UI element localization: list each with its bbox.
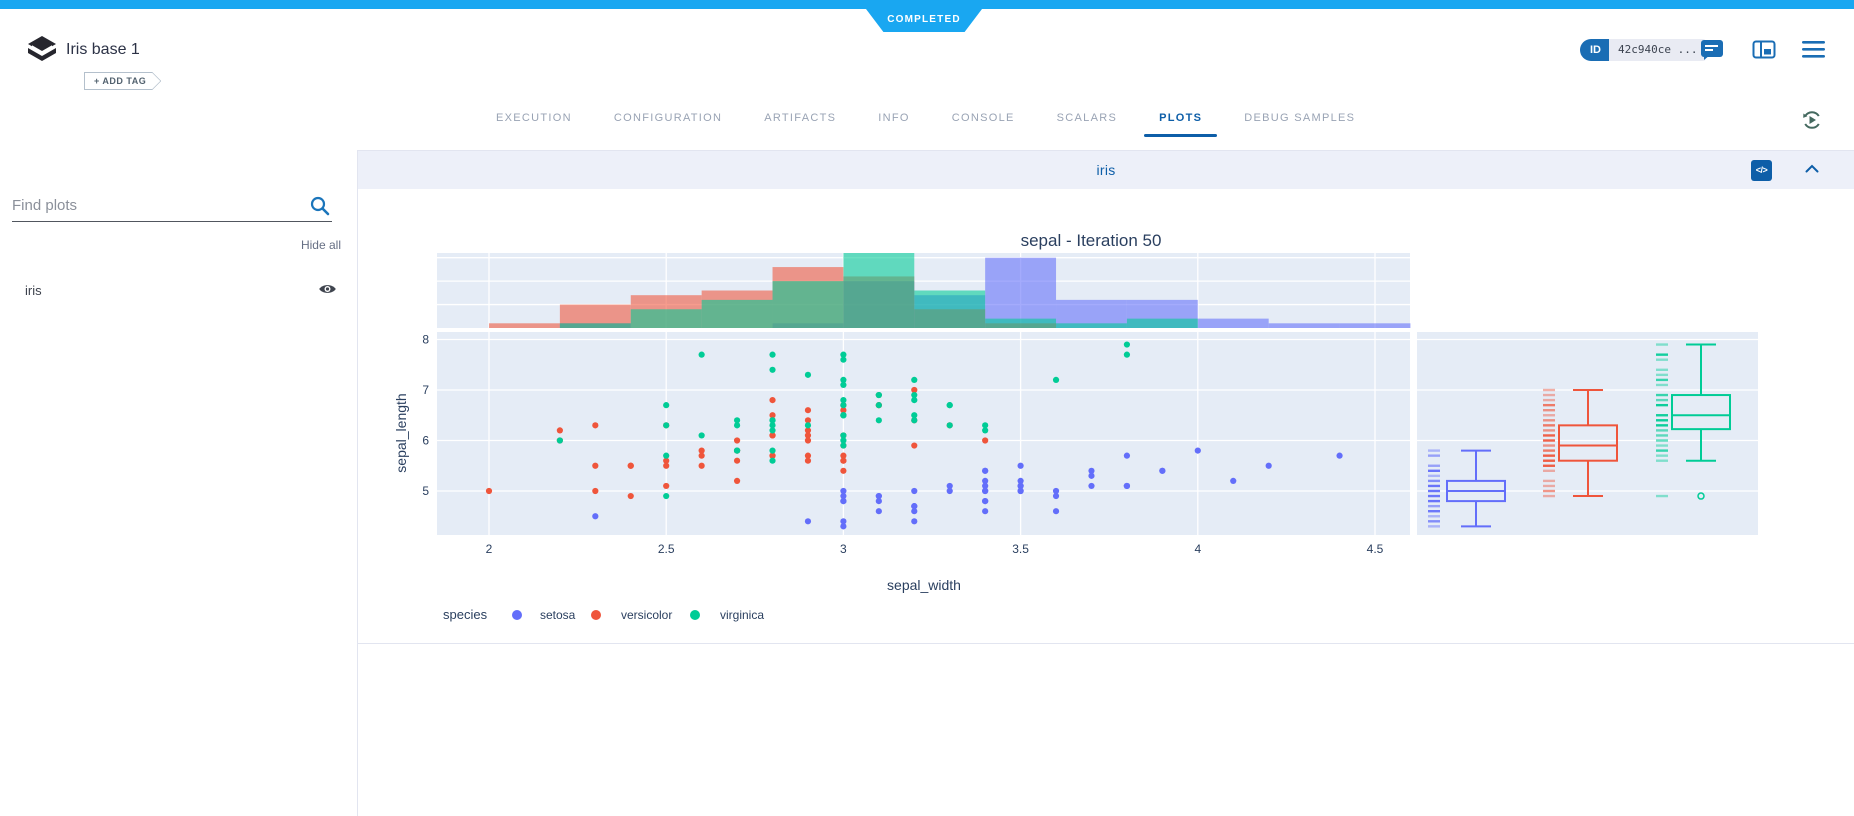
comment-icon[interactable] (1700, 39, 1724, 66)
tab-plots[interactable]: PLOTS (1138, 103, 1223, 137)
svg-text:5: 5 (422, 484, 429, 498)
id-value: 42c940ce ... (1609, 39, 1706, 61)
auto-refresh-icon[interactable] (1800, 108, 1824, 137)
hide-all-link[interactable]: Hide all (240, 238, 341, 252)
svg-text:4: 4 (1194, 542, 1201, 556)
collapse-chevron-icon[interactable] (1804, 162, 1820, 180)
plot-section-title: iris (358, 151, 1854, 190)
tab-artifacts[interactable]: ARTIFACTS (743, 103, 857, 137)
add-tag-label: + ADD TAG (85, 73, 160, 89)
tab-bar: EXECUTIONCONFIGURATIONARTIFACTSINFOCONSO… (475, 103, 1376, 137)
tab-info[interactable]: INFO (857, 103, 930, 137)
experiment-logo-icon (26, 36, 58, 69)
hamburger-menu-icon[interactable] (1802, 41, 1825, 64)
svg-text:3.5: 3.5 (1012, 542, 1029, 556)
svg-text:7: 7 (422, 383, 429, 397)
status-badge: COMPLETED (866, 9, 982, 32)
svg-text:sepal_width: sepal_width (887, 577, 961, 593)
view-json-icon[interactable]: </> (1751, 160, 1772, 181)
svg-text:sepal - Iteration 50: sepal - Iteration 50 (1021, 231, 1162, 250)
tab-debug-samples[interactable]: DEBUG SAMPLES (1223, 103, 1376, 137)
find-plots-search[interactable] (12, 190, 332, 222)
svg-text:setosa: setosa (540, 608, 576, 622)
tab-configuration[interactable]: CONFIGURATION (593, 103, 743, 137)
svg-text:2: 2 (486, 542, 493, 556)
svg-text:8: 8 (422, 333, 429, 347)
visibility-eye-icon[interactable] (318, 281, 337, 302)
svg-text:species: species (443, 607, 488, 622)
sidebar-item-iris[interactable]: iris (0, 270, 357, 310)
top-accent-bar (0, 0, 1854, 9)
search-input[interactable] (12, 190, 292, 220)
iris-plot-canvas[interactable]: sepal - Iteration 50 2 2.5 3 3.5 4 4.5 5 6 7 8 sepa… (358, 189, 1854, 644)
svg-text:4.5: 4.5 (1367, 542, 1384, 556)
plot-item-label: iris (25, 283, 42, 298)
tab-execution[interactable]: EXECUTION (475, 103, 593, 137)
add-tag-button[interactable]: + ADD TAG (84, 72, 161, 90)
svg-text:2.5: 2.5 (658, 542, 675, 556)
svg-text:virginica: virginica (720, 608, 764, 622)
svg-text:sepal_length: sepal_length (393, 393, 409, 472)
experiment-id-badge[interactable]: ID 42c940ce ... (1580, 39, 1706, 61)
plot-section-header: iris </> (358, 150, 1854, 189)
svg-text:versicolor: versicolor (621, 608, 672, 622)
svg-text:6: 6 (422, 434, 429, 448)
split-view-icon[interactable] (1752, 39, 1776, 66)
tab-scalars[interactable]: SCALARS (1036, 103, 1138, 137)
id-label: ID (1580, 39, 1609, 61)
experiment-title: Iris base 1 (66, 41, 140, 59)
tab-console[interactable]: CONSOLE (931, 103, 1036, 137)
search-icon[interactable] (309, 195, 330, 221)
svg-text:3: 3 (840, 542, 847, 556)
